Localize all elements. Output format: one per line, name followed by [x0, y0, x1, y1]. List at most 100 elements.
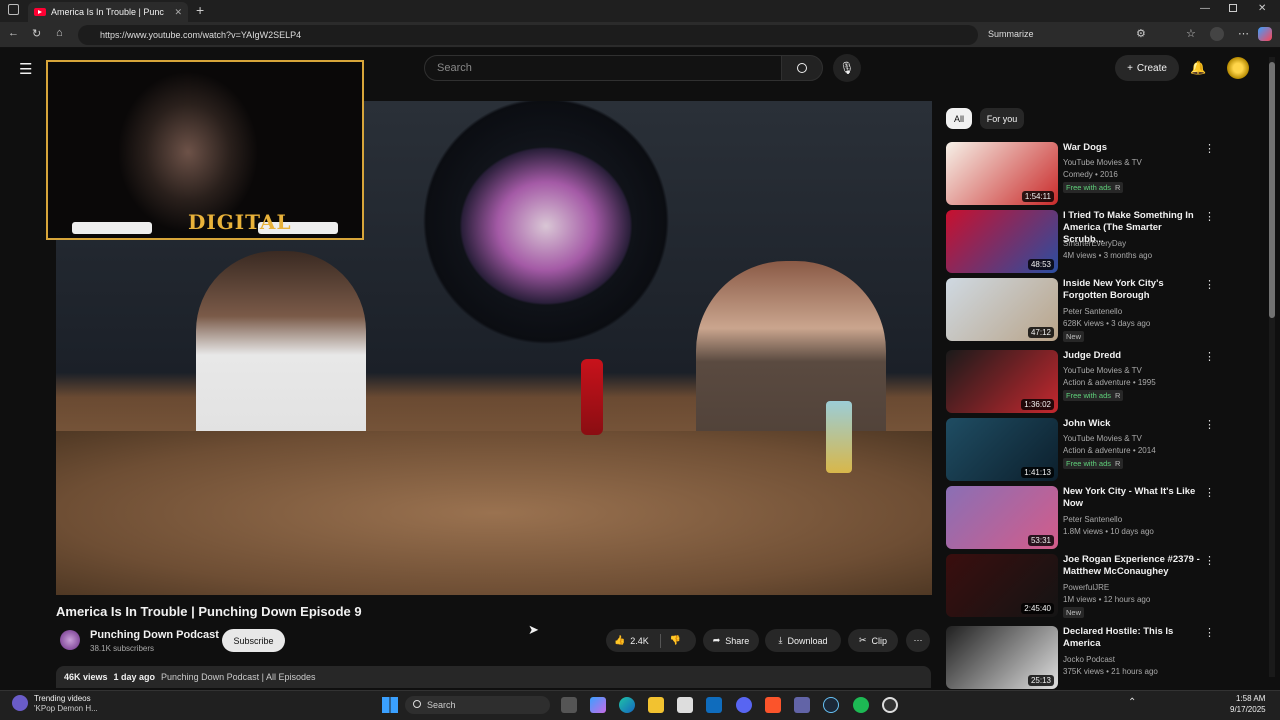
recommendation-item[interactable]: 2:45:40 Joe Rogan Experience #2379 - Mat… — [946, 554, 1246, 618]
recommendation-item[interactable]: 1:36:02 Judge Dredd YouTube Movies & TV … — [946, 350, 1246, 414]
close-tab-icon[interactable]: ✕ — [174, 7, 182, 18]
recommendation-channel[interactable]: YouTube Movies & TV — [1063, 365, 1213, 376]
share-button[interactable]: ➦ Share — [703, 629, 759, 652]
refresh-icon[interactable]: ↻ — [32, 27, 41, 40]
chip-for-you[interactable]: For you — [980, 108, 1024, 129]
file-explorer-icon[interactable] — [648, 697, 664, 713]
summarize-button[interactable]: Summarize — [988, 29, 1034, 39]
avatar[interactable] — [1227, 57, 1249, 79]
minimize-icon[interactable]: — — [1200, 3, 1210, 14]
extensions-icon[interactable]: ⚙ — [1136, 27, 1146, 40]
search-button[interactable] — [781, 55, 823, 81]
scrollbar-thumb[interactable] — [1269, 62, 1275, 318]
home-icon[interactable]: ⌂ — [56, 27, 63, 39]
close-window-icon[interactable]: ✕ — [1258, 3, 1266, 14]
channel-name[interactable]: Punching Down Podcast — [90, 629, 219, 641]
recommendation-title[interactable]: Inside New York City's Forgotten Borough — [1063, 278, 1205, 302]
recommendation-title[interactable]: Judge Dredd — [1063, 350, 1205, 362]
recommendation-channel[interactable]: SmarterEveryDay — [1063, 238, 1213, 249]
video-thumbnail[interactable]: 2:45:40 — [946, 554, 1058, 617]
chip-all[interactable]: All — [946, 108, 972, 129]
more-vertical-icon[interactable]: ⋮ — [1204, 350, 1215, 363]
profile-icon[interactable] — [1210, 27, 1224, 41]
hamburger-menu-icon[interactable]: ☰ — [19, 60, 32, 78]
store-icon[interactable] — [677, 697, 693, 713]
clock-time[interactable]: 1:58 AM — [1236, 694, 1265, 703]
dislike-icon[interactable]: 👎 — [670, 635, 681, 646]
recommendation-title[interactable]: John Wick — [1063, 418, 1205, 430]
playlist-link[interactable]: Punching Down Podcast | All Episodes — [161, 672, 315, 682]
video-thumbnail[interactable]: 48:53 — [946, 210, 1058, 273]
taskbar-search-label: Search — [427, 700, 456, 710]
recommendation-channel[interactable]: YouTube Movies & TV — [1063, 157, 1213, 168]
create-button[interactable]: + Create — [1115, 55, 1179, 81]
video-thumbnail[interactable]: 1:36:02 — [946, 350, 1058, 413]
back-icon[interactable]: ← — [8, 27, 19, 39]
recommendation-title[interactable]: Joe Rogan Experience #2379 - Matthew McC… — [1063, 554, 1205, 578]
video-thumbnail[interactable]: 1:54:11 — [946, 142, 1058, 205]
more-vertical-icon[interactable]: ⋮ — [1204, 626, 1215, 639]
clip-button[interactable]: ✂ Clip — [848, 629, 898, 652]
recommendation-item[interactable]: 53:31 New York City - What It's Like Now… — [946, 486, 1246, 550]
like-count[interactable]: 2.4K — [630, 636, 649, 646]
spotify-icon[interactable] — [853, 697, 869, 713]
more-options-icon[interactable]: ⋯ — [1238, 27, 1249, 40]
recommendation-channel[interactable]: PowerfulJRE — [1063, 582, 1213, 593]
voice-search-button[interactable]: 🎙 — [833, 54, 861, 82]
brave-icon[interactable] — [765, 697, 781, 713]
recommendation-item[interactable]: 48:53 I Tried To Make Something In Ameri… — [946, 210, 1246, 274]
discord-icon[interactable] — [736, 697, 752, 713]
widget-title[interactable]: Trending videos — [34, 694, 91, 703]
recommendation-item[interactable]: 25:13 Declared Hostile: This Is America … — [946, 626, 1246, 690]
more-vertical-icon[interactable]: ⋮ — [1204, 418, 1215, 431]
subscribe-button[interactable]: Subscribe — [222, 629, 285, 652]
recommendation-channel[interactable]: Peter Santenello — [1063, 306, 1213, 317]
more-vertical-icon[interactable]: ⋮ — [1204, 278, 1215, 291]
outlook-icon[interactable] — [706, 697, 722, 713]
like-icon[interactable]: 👍 — [614, 635, 625, 646]
favorites-icon[interactable]: ☆ — [1186, 27, 1196, 40]
notifications-bell-icon[interactable]: 🔔 — [1190, 60, 1206, 76]
recommendation-title[interactable]: War Dogs — [1063, 142, 1205, 154]
steam-icon[interactable] — [823, 697, 839, 713]
recommendation-item[interactable]: 1:41:13 John Wick YouTube Movies & TV Ac… — [946, 418, 1246, 482]
browser-tab[interactable]: America Is In Trouble | Punc ✕ — [28, 2, 188, 22]
edge-icon[interactable] — [619, 697, 635, 713]
video-thumbnail[interactable]: 1:41:13 — [946, 418, 1058, 481]
recommendation-meta: 4M views • 3 months ago — [1063, 251, 1153, 260]
teams-icon[interactable] — [794, 697, 810, 713]
recommendation-item[interactable]: 47:12 Inside New York City's Forgotten B… — [946, 278, 1246, 342]
mic-icon: 🎙 — [839, 61, 855, 75]
video-thumbnail[interactable]: 25:13 — [946, 626, 1058, 689]
more-vertical-icon[interactable]: ⋮ — [1204, 142, 1215, 155]
windows-start-icon[interactable] — [382, 697, 398, 713]
download-button[interactable]: ⤓ Download — [765, 629, 841, 652]
address-bar[interactable]: https://www.youtube.com/watch?v=YAIgW2SE… — [78, 25, 978, 45]
tray-chevron-icon[interactable]: ⌃ — [1128, 697, 1136, 708]
more-vertical-icon[interactable]: ⋮ — [1204, 554, 1215, 567]
video-thumbnail[interactable]: 47:12 — [946, 278, 1058, 341]
task-view-icon[interactable] — [561, 697, 577, 713]
video-thumbnail[interactable]: 53:31 — [946, 486, 1058, 549]
obs-icon[interactable] — [882, 697, 898, 713]
copilot-icon[interactable] — [1258, 27, 1272, 41]
search-input[interactable]: Search — [424, 55, 782, 81]
more-vertical-icon[interactable]: ⋮ — [1204, 486, 1215, 499]
recommendation-channel[interactable]: YouTube Movies & TV — [1063, 433, 1213, 444]
maximize-icon[interactable] — [1229, 4, 1237, 12]
description-box[interactable]: 46K views 1 day ago Punching Down Podcas… — [56, 666, 931, 688]
new-tab-icon[interactable]: + — [196, 2, 204, 18]
taskbar-search[interactable]: Search — [405, 696, 550, 714]
more-actions-button[interactable]: ⋯ — [906, 629, 930, 652]
copilot-app-icon[interactable] — [590, 697, 606, 713]
channel-avatar[interactable] — [60, 630, 80, 650]
weather-widget-icon[interactable] — [12, 695, 28, 711]
clock-date[interactable]: 9/17/2025 — [1230, 705, 1266, 714]
more-vertical-icon[interactable]: ⋮ — [1204, 210, 1215, 223]
recommendation-title[interactable]: New York City - What It's Like Now — [1063, 486, 1205, 510]
recommendation-item[interactable]: 1:54:11 War Dogs YouTube Movies & TV Com… — [946, 142, 1246, 206]
recommendation-title[interactable]: Declared Hostile: This Is America — [1063, 626, 1205, 650]
recommendation-channel[interactable]: Jocko Podcast — [1063, 654, 1213, 665]
recommendation-channel[interactable]: Peter Santenello — [1063, 514, 1213, 525]
browser-menu-icon[interactable] — [8, 4, 19, 15]
